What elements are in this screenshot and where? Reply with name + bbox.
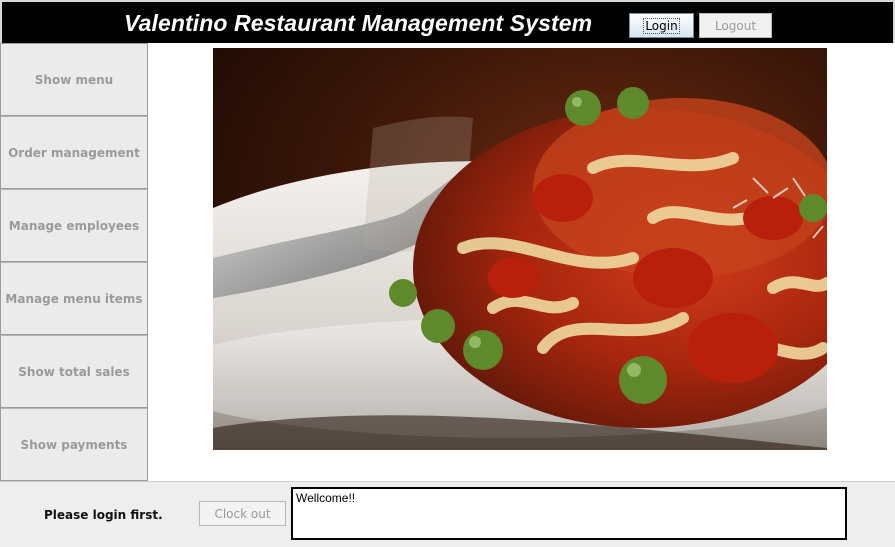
status-bar: Please login first. Clock out Wellcome!! <box>0 481 895 547</box>
pasta-dish-photo <box>213 48 827 450</box>
order-management-button[interactable]: Order management <box>0 116 148 189</box>
sidebar: Show menu Order management Manage employ… <box>0 43 148 481</box>
login-button[interactable]: Login <box>629 13 694 38</box>
title-bar: Valentino Restaurant Management System L… <box>0 0 895 43</box>
message-textarea[interactable]: Wellcome!! <box>291 487 847 540</box>
login-button-label: Login <box>643 17 680 34</box>
manage-menu-items-button[interactable]: Manage menu items <box>0 262 148 335</box>
show-menu-button[interactable]: Show menu <box>0 43 148 116</box>
logout-button[interactable]: Logout <box>699 13 772 38</box>
show-total-sales-button[interactable]: Show total sales <box>0 335 148 408</box>
app-title: Valentino Restaurant Management System <box>124 10 593 36</box>
manage-employees-button[interactable]: Manage employees <box>0 189 148 262</box>
show-payments-button[interactable]: Show payments <box>0 408 148 481</box>
login-status-text: Please login first. <box>44 508 163 522</box>
clock-out-button[interactable]: Clock out <box>199 501 286 526</box>
